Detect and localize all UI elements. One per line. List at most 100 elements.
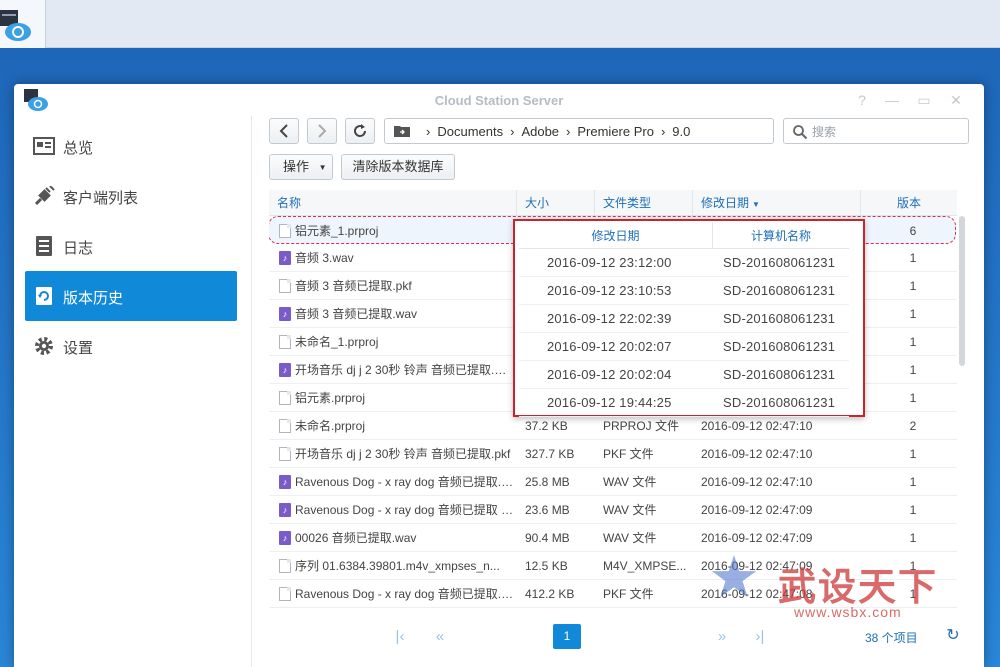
file-type: 文件 xyxy=(603,608,691,615)
popup-column-date[interactable]: 修改日期 xyxy=(519,223,713,249)
forward-button[interactable] xyxy=(307,118,337,144)
window-titlebar[interactable]: Cloud Station Server ? — ▭ ✕ xyxy=(14,84,984,116)
maximize-icon[interactable]: ▭ xyxy=(916,92,932,108)
breadcrumb-item-9-0[interactable]: 9.0 xyxy=(672,124,690,139)
file-name: 铝元素.prproj xyxy=(295,391,366,405)
scrollbar-thumb[interactable] xyxy=(959,216,965,366)
back-button[interactable] xyxy=(269,118,299,144)
breadcrumb-separator: › xyxy=(660,124,666,139)
file-type: WAV 文件 xyxy=(603,503,657,517)
column-header-date[interactable]: 修改日期 ▼ xyxy=(693,190,861,216)
breadcrumb-item-premiere-pro[interactable]: Premiere Pro xyxy=(577,124,654,139)
computer-name: SD-201608061231 xyxy=(723,255,836,270)
version-count: 1 xyxy=(909,307,917,321)
watermark-url: www.wsbx.com xyxy=(794,604,902,620)
computer-name: SD-201608061231 xyxy=(723,283,836,298)
star-logo-icon: ★ xyxy=(708,545,760,610)
close-icon[interactable]: ✕ xyxy=(948,92,964,108)
breadcrumb-item-adobe[interactable]: Adobe xyxy=(521,124,559,139)
sort-desc-icon: ▼ xyxy=(752,200,760,209)
help-icon[interactable]: ? xyxy=(854,92,870,108)
column-header-name[interactable]: 名称 xyxy=(269,190,517,216)
log-icon xyxy=(36,236,52,256)
file-name: 未命名_1.prproj xyxy=(295,335,379,349)
file-size: 23.6 MB xyxy=(525,503,570,517)
breadcrumb-separator: › xyxy=(426,124,431,139)
file-type: PKF 文件 xyxy=(603,587,654,601)
folder-icon xyxy=(394,126,410,137)
audio-file-icon: ♪ xyxy=(279,307,291,321)
sidebar-item-clients[interactable]: 客户端列表 xyxy=(25,171,237,221)
last-page-icon[interactable]: ›| xyxy=(749,626,771,648)
column-header-version[interactable]: 版本 xyxy=(861,190,957,216)
document-file-icon xyxy=(279,279,291,293)
refresh-button[interactable] xyxy=(345,118,375,144)
sidebar-item-label: 总览 xyxy=(63,140,94,157)
actions-dropdown-button[interactable]: 操作 ▼ xyxy=(269,154,333,180)
sidebar-item-version-history[interactable]: 版本历史 xyxy=(25,271,237,321)
file-name: 开场音乐 dj j 2 30秒 铃声 音频已提取.wav xyxy=(295,363,515,377)
audio-file-icon: ♪ xyxy=(279,475,291,489)
caret-down-icon: ▼ xyxy=(318,162,327,172)
computer-name: SD-201608061231 xyxy=(723,311,836,326)
current-page-button[interactable]: 1 xyxy=(553,624,581,649)
modified-date: 2016-09-12 02:47:10 xyxy=(701,447,813,461)
document-file-icon xyxy=(279,559,291,573)
sidebar-item-log[interactable]: 日志 xyxy=(25,221,237,271)
audio-file-icon: ♪ xyxy=(279,503,291,517)
table-row[interactable]: ♪ Ravenous Dog - x ray dog 音频已提取.wav 25.8 … xyxy=(269,468,957,496)
popup-version-row[interactable]: 2016-09-12 23:10:53 SD-201608061231 xyxy=(519,277,849,305)
cloud-station-taskbar-button[interactable] xyxy=(0,0,46,48)
table-row[interactable]: 开场音乐 dj j 2 30秒 铃声 音频已提取.pkf 327.7 KB PKF … xyxy=(269,440,957,468)
version-date: 2016-09-12 23:10:53 xyxy=(547,283,672,298)
audio-file-icon: ♪ xyxy=(279,363,291,377)
next-page-icon[interactable]: » xyxy=(711,626,733,648)
sidebar-item-label: 设置 xyxy=(63,340,94,357)
search-box xyxy=(783,118,969,144)
popup-version-row[interactable]: 2016-09-12 22:02:39 SD-201608061231 xyxy=(519,305,849,333)
refresh-list-icon[interactable]: ↻ xyxy=(943,626,963,646)
file-type: PKF 文件 xyxy=(603,447,654,461)
sidebar-item-overview[interactable]: 总览 xyxy=(25,121,237,171)
popup-version-row[interactable]: 2016-09-12 20:02:07 SD-201608061231 xyxy=(519,333,849,361)
file-type: WAV 文件 xyxy=(603,475,657,489)
prev-page-icon[interactable]: « xyxy=(429,626,451,648)
file-type: M4V_XMPSE... xyxy=(603,559,687,573)
file-name: 序列 01.6384.39801.m4v_xmpses_n... xyxy=(295,559,500,573)
popup-column-host[interactable]: 计算机名称 xyxy=(713,223,849,249)
file-name: 铝元素_1.prproj xyxy=(295,224,379,238)
watermark-text: 武设天下 xyxy=(778,567,939,609)
column-header-type[interactable]: 文件类型 xyxy=(595,190,693,216)
pagination-bar: |‹ « 1 » ›| 38 个项目 ↻ xyxy=(269,622,969,652)
refresh-icon xyxy=(354,124,367,137)
table-row[interactable]: ♪ Ravenous Dog - x ray dog 音频已提取 1.wav 23.… xyxy=(269,496,957,524)
computer-name: SD-201608061231 xyxy=(723,367,836,382)
version-history-popup: 修改日期 计算机名称 2016-09-12 23:12:00 SD-2016080… xyxy=(513,219,865,417)
file-size: 327.7 KB xyxy=(525,447,575,461)
file-name: 00026 音频已提取.wav xyxy=(295,531,417,545)
breadcrumb-item-documents[interactable]: Documents xyxy=(437,124,503,139)
breadcrumb-separator: › xyxy=(510,124,515,139)
version-count: 1 xyxy=(909,475,917,489)
file-name: 开场音乐 dj j 2 30秒 铃声 音频已提取.pkf xyxy=(295,447,511,461)
version-date: 2016-09-12 20:02:04 xyxy=(547,367,672,382)
search-input[interactable] xyxy=(812,123,962,140)
version-count: 1 xyxy=(909,447,917,461)
file-size: 25.8 MB xyxy=(525,475,570,489)
column-header-size[interactable]: 大小 xyxy=(517,190,595,216)
file-type: WAV 文件 xyxy=(603,531,657,545)
popup-version-row[interactable]: 2016-09-12 19:44:25 SD-201608061231 xyxy=(519,389,849,417)
sidebar-item-settings[interactable]: 设置 xyxy=(25,321,237,371)
popup-version-row[interactable]: 2016-09-12 20:02:04 SD-201608061231 xyxy=(519,361,849,389)
popup-version-row[interactable]: 2016-09-12 23:12:00 SD-201608061231 xyxy=(519,249,849,277)
search-icon xyxy=(793,125,808,140)
minimize-icon[interactable]: — xyxy=(884,92,900,108)
document-file-icon xyxy=(279,335,291,349)
overview-icon xyxy=(33,137,55,155)
sidebar-item-label: 日志 xyxy=(63,240,94,257)
clear-version-db-button[interactable]: 清除版本数据库 xyxy=(341,154,455,180)
watermark-logo: ★ 武设天下 www.wsbx.com xyxy=(708,545,988,621)
first-page-icon[interactable]: |‹ xyxy=(389,626,411,648)
chevron-right-icon xyxy=(318,124,327,138)
file-name: Ravenous Dog - x ray dog 音频已提取.pkf xyxy=(295,587,515,601)
